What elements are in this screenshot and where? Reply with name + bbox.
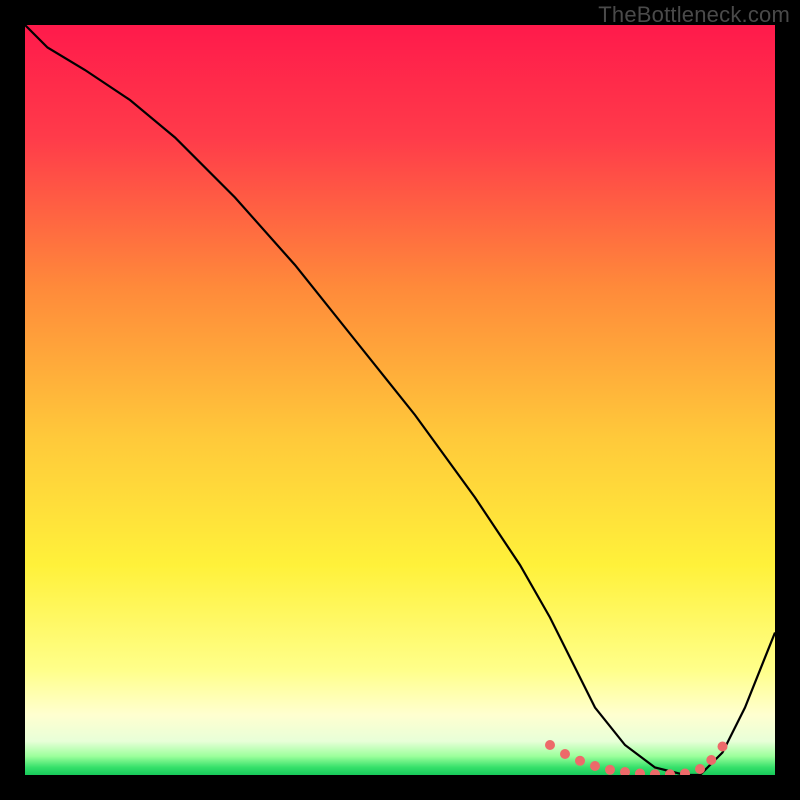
chart-frame: [25, 25, 775, 775]
marker-dot: [590, 761, 600, 771]
gradient-background: [25, 25, 775, 775]
marker-dot: [605, 765, 615, 775]
marker-dot: [706, 755, 716, 765]
marker-dot: [718, 742, 728, 752]
marker-dot: [560, 749, 570, 759]
marker-dot: [695, 764, 705, 774]
marker-dot: [575, 756, 585, 766]
watermark-text: TheBottleneck.com: [598, 2, 790, 28]
marker-dot: [545, 740, 555, 750]
plot-svg: [25, 25, 775, 775]
